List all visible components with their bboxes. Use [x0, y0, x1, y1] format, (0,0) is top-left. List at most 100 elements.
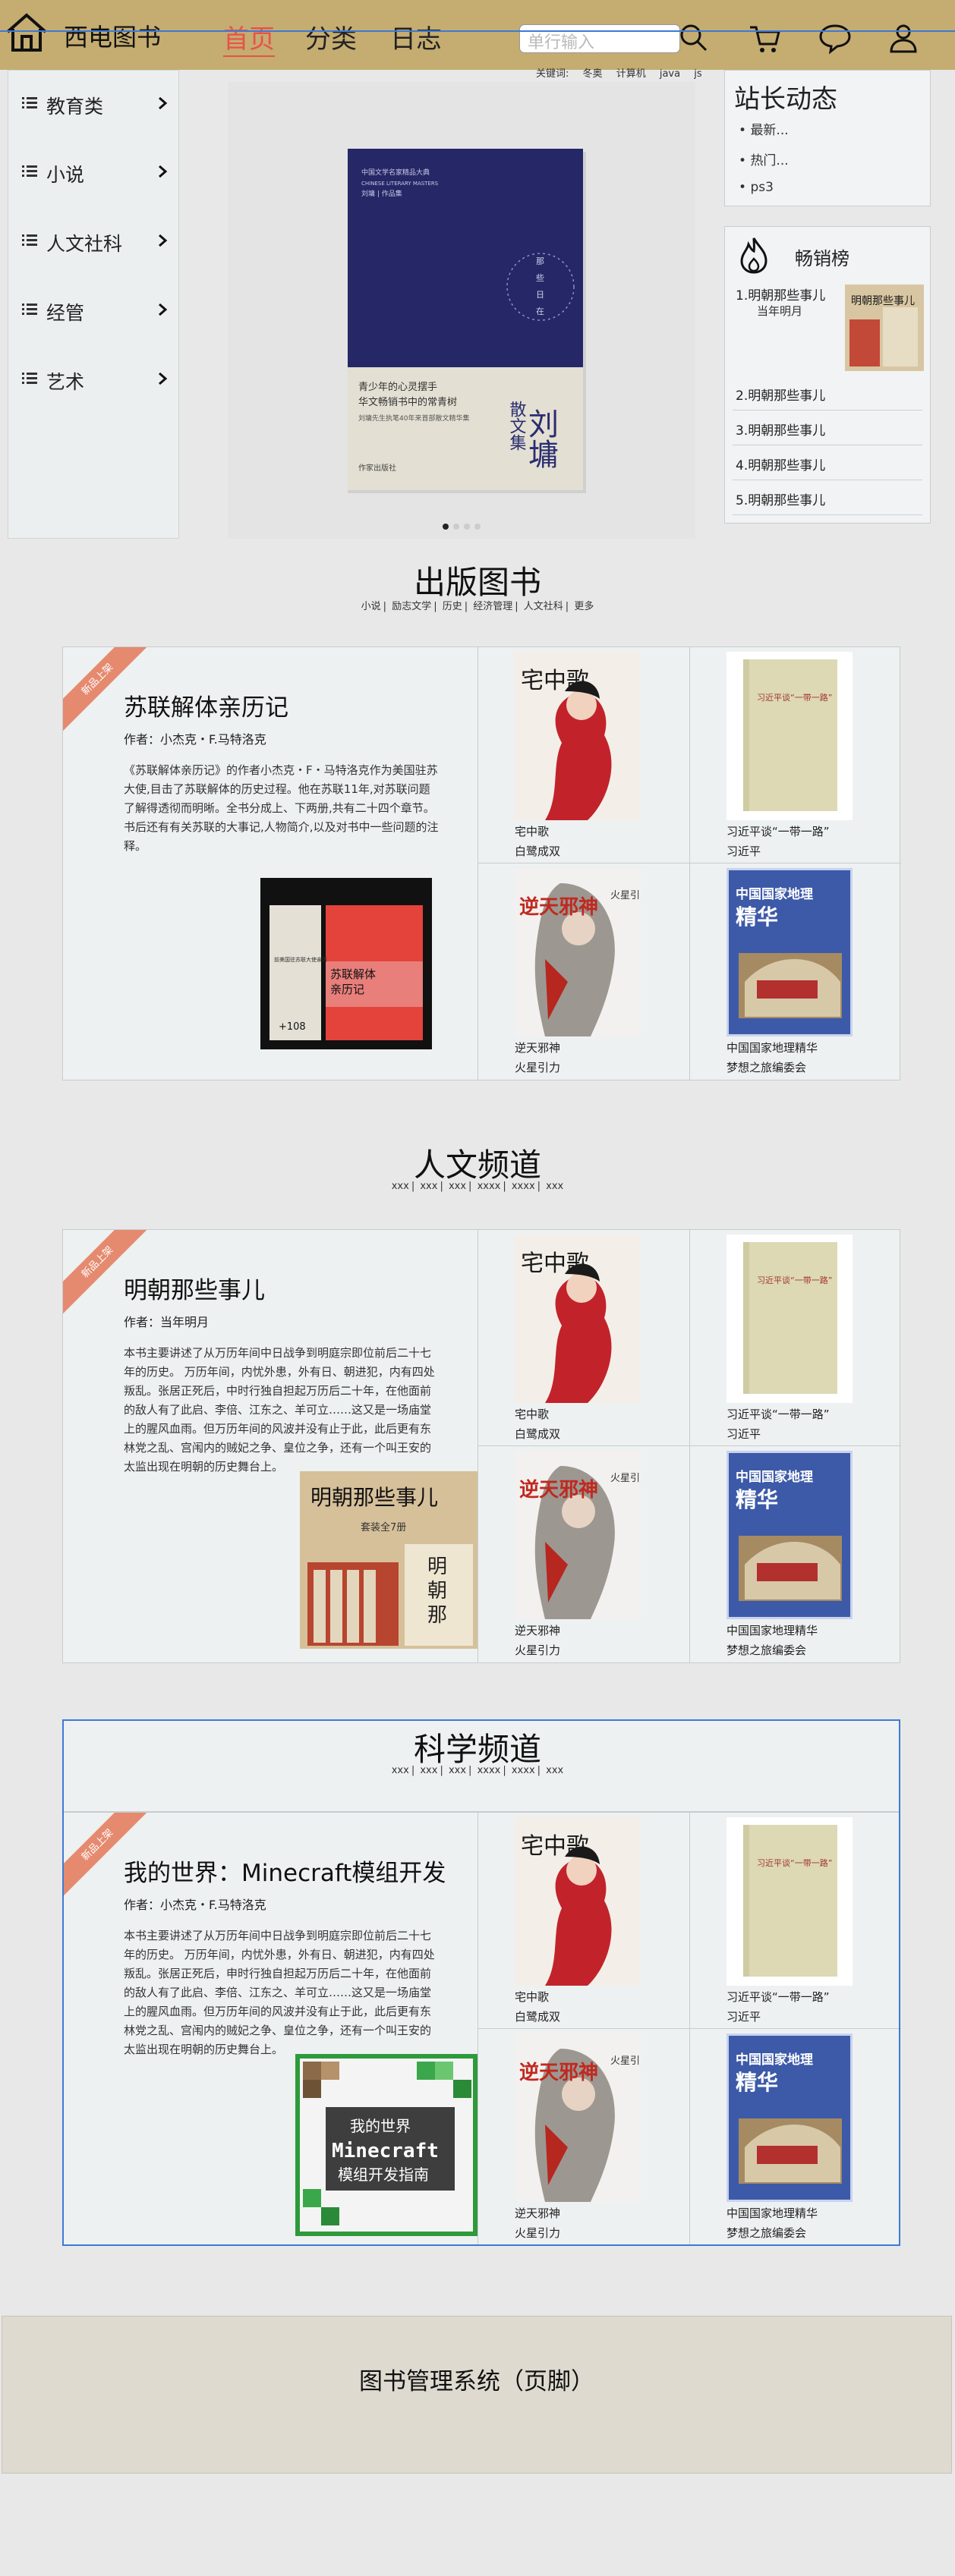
cover-subtitle: 套装全7册 [361, 1521, 406, 1533]
sidebar-item-novel[interactable]: 小说 [8, 149, 180, 195]
subnav-link[interactable]: 历史 [443, 601, 462, 612]
book-title[interactable]: 宅中歌 [515, 823, 549, 839]
featured-author: 作者：当年明月 [124, 1315, 210, 1329]
book-card[interactable]: 习近平谈“一带一路” 习近平谈“一带一路” 习近平 [689, 1230, 901, 1446]
ranking-item-1-author: 当年明月 [757, 304, 803, 318]
circle-text: 些 [536, 272, 544, 283]
book-title[interactable]: 中国国家地理精华 [726, 1040, 818, 1055]
news-title: 站长动态 [734, 84, 837, 115]
book-publisher: 作家出版社 [358, 463, 396, 473]
book-cover[interactable]: 习近平谈“一带一路” [726, 1235, 853, 1403]
book-title[interactable]: 逆天邪神 [515, 1622, 560, 1638]
sidebar-item-education[interactable]: 教育类 [8, 81, 180, 127]
keyword-link[interactable]: 冬奥 [583, 68, 603, 80]
book-cover[interactable]: 中国国家地理 精华 [726, 868, 853, 1036]
subnav-link[interactable]: xxxx [512, 1181, 535, 1192]
carousel-dot[interactable] [443, 524, 449, 530]
book-author: 梦想之旅编委会 [726, 1643, 807, 1657]
featured-author: 作者：小杰克・F.马特洛克 [124, 732, 266, 747]
featured-book[interactable]: 新品上架 苏联解体亲历记 作者：小杰克・F.马特洛克 《苏联解体亲历记》的作者小… [63, 647, 478, 1080]
sidebar-item-humanities[interactable]: 人文社科 [8, 219, 180, 264]
book-title[interactable]: 中国国家地理精华 [726, 1622, 818, 1638]
book-cover[interactable]: 习近平谈“一带一路” [726, 652, 853, 820]
book-panel-publishing: 新品上架 苏联解体亲历记 作者：小杰克・F.马特洛克 《苏联解体亲历记》的作者小… [62, 646, 901, 1080]
chat-icon[interactable] [817, 20, 853, 56]
subnav-link[interactable]: xxx [546, 1181, 563, 1192]
book-cover[interactable]: 宅中歌 [515, 652, 641, 820]
keyword-bar: 关键词: 冬奥 计算机 java js [536, 65, 713, 80]
ranking-item-5[interactable]: 5.明朝那些事儿 [733, 480, 922, 515]
cover-count: +108 [279, 1021, 306, 1033]
book-card[interactable]: 习近平谈“一带一路” 习近平谈“一带一路” 习近平 [689, 647, 901, 863]
book-cover[interactable]: 中国国家地理 精华 [726, 1451, 853, 1619]
top-navbar: 西电图书 首页 分类 日志 单行输入 [0, 0, 955, 70]
book-title[interactable]: 逆天邪神 [515, 1040, 560, 1055]
book-title[interactable]: 宅中歌 [515, 1406, 549, 1422]
user-icon[interactable] [885, 20, 922, 56]
book-card[interactable]: 逆天邪神 火星引力逆天邪神火星引力 [478, 863, 689, 1080]
site-brand[interactable]: 西电图书 [64, 18, 161, 53]
carousel-dot[interactable] [453, 524, 459, 530]
cart-icon[interactable] [747, 20, 783, 56]
cover-title: 逆天邪神 [519, 1478, 598, 1502]
book-card[interactable]: 中国国家地理 精华 中国国家地理精华 梦想之旅编委会 [689, 863, 901, 1080]
search-input[interactable]: 单行输入 [519, 24, 680, 53]
news-item[interactable]: • ps3 [739, 180, 774, 195]
search-icon[interactable] [676, 20, 712, 56]
subnav-link[interactable]: 励志文学 [392, 601, 431, 612]
section-title-publishing: 出版图书 [413, 564, 541, 601]
carousel-dots[interactable] [228, 518, 695, 533]
ranking-item-1[interactable]: 1.明朝那些事儿 [736, 285, 825, 304]
subnav-link[interactable]: xxxx [478, 1181, 501, 1192]
featured-title[interactable]: 明朝那些事儿 [124, 1271, 265, 1305]
keyword-link[interactable]: js [694, 68, 701, 80]
featured-book[interactable]: 新品上架 明朝那些事儿 作者：当年明月 本书主要讲述了从万历年间中日战争到明庭宗… [63, 1230, 478, 1662]
news-item[interactable]: • 热门... [739, 149, 789, 168]
book-cover[interactable]: 逆天邪神 火星引力 [515, 868, 641, 1036]
cover-subtitle: 亲历记 [330, 983, 364, 996]
ranking-cover-title: 明朝那些事儿 [851, 295, 915, 307]
carousel-dot[interactable] [474, 524, 481, 530]
sidebar-item-label: 小说 [46, 164, 85, 186]
list-icon [22, 304, 37, 315]
book-card[interactable]: 中国国家地理 精华中国国家地理精华 梦想之旅编委会 [689, 1446, 901, 1662]
ranking-item-2[interactable]: 2.明朝那些事儿 [733, 376, 922, 410]
keyword-link[interactable]: java [660, 68, 680, 80]
nav-home[interactable]: 首页 [223, 18, 275, 57]
subnav-link[interactable]: 更多 [574, 601, 594, 612]
news-item[interactable]: • 最新... [739, 119, 789, 138]
subnav-link[interactable]: 经济管理 [473, 601, 512, 612]
nav-category[interactable]: 分类 [305, 18, 357, 55]
sidebar-item-art[interactable]: 艺术 [8, 357, 180, 402]
ranking-item-3[interactable]: 3.明朝那些事儿 [733, 410, 922, 445]
sidebar-item-business[interactable]: 经管 [8, 288, 180, 333]
book-genre: 散文集 [507, 401, 527, 451]
featured-cover[interactable]: 明朝那些事儿 套装全7册 明 朝 那 [300, 1471, 478, 1649]
book-cover[interactable]: 逆天邪神 火星引力 [515, 1451, 641, 1619]
featured-cover[interactable]: 苏联解体 亲历记 前美国驻苏联大使亲历 +108 [260, 878, 432, 1049]
subnav-link[interactable]: 小说 [361, 601, 381, 612]
home-icon[interactable] [5, 11, 49, 55]
featured-description: 本书主要讲述了从万历年间中日战争到明庭宗即位前后二十七年的历史。 万历年间，内忧… [124, 1346, 435, 1474]
book-series-2: 刘墉 | 作品集 [361, 189, 402, 198]
carousel-dot[interactable] [464, 524, 470, 530]
subnav-link[interactable]: 人文社科 [524, 601, 563, 612]
book-title[interactable]: 习近平谈“一带一路” [726, 823, 830, 839]
book-card[interactable]: 逆天邪神 火星引力逆天邪神火星引力 [478, 1446, 689, 1662]
book-tagline-1: 青少年的心灵摆手 [358, 381, 437, 393]
subnav-link[interactable]: xxx [449, 1181, 466, 1192]
science-section-frame [62, 1719, 900, 2246]
cover-char: 那 [427, 1604, 447, 1627]
nav-log[interactable]: 日志 [390, 18, 442, 55]
keyword-link[interactable]: 计算机 [616, 68, 646, 80]
book-title[interactable]: 习近平谈“一带一路” [726, 1406, 830, 1422]
subnav-link[interactable]: xxx [420, 1181, 437, 1192]
book-cover[interactable]: 宅中歌 [515, 1235, 641, 1403]
ranking-item-1-cover[interactable]: 明朝那些事儿 [845, 285, 924, 371]
featured-title[interactable]: 苏联解体亲历记 [124, 688, 288, 722]
ranking-item-4[interactable]: 4.明朝那些事儿 [733, 445, 922, 480]
hero-carousel[interactable]: 中国文学名家精品大典 CHINESE LITERARY MASTERS 刘墉 |… [228, 82, 695, 539]
book-card[interactable]: 宅中歌 宅中歌 白鹭成双 [478, 647, 689, 863]
book-card[interactable]: 宅中歌 宅中歌 白鹭成双 [478, 1230, 689, 1446]
subnav-link[interactable]: xxx [392, 1181, 409, 1192]
